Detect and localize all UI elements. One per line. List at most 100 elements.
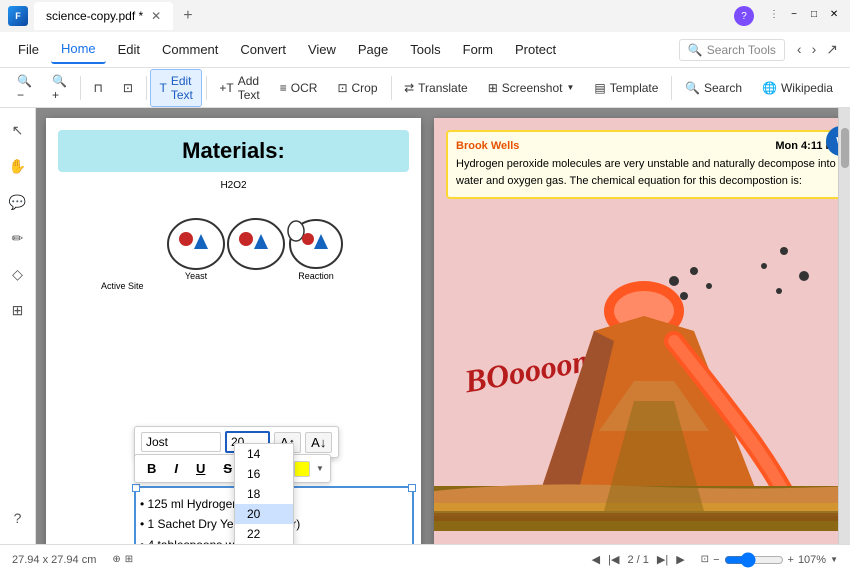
nav-external-icon[interactable]: ↗ xyxy=(822,39,842,60)
nav-buttons: ‹ › ↗ xyxy=(793,39,842,60)
svg-text:Yeast: Yeast xyxy=(185,271,208,281)
page-area[interactable]: Materials: H2O2 Active Site xyxy=(36,108,850,544)
zoom-percent: 107% xyxy=(798,554,826,566)
ocr-button[interactable]: ≡ OCR xyxy=(271,76,327,100)
font-size-decrease-button[interactable]: A↓ xyxy=(305,432,332,453)
wikipedia-button[interactable]: 🌐 Wikipedia xyxy=(753,76,842,100)
page-info: ◀ |◀ 2 / 1 ▶| ▶ xyxy=(592,553,685,566)
edit-text-button[interactable]: T Edit Text xyxy=(150,69,201,107)
add-text-label: Add Text xyxy=(238,74,260,102)
zoom-dropdown-icon[interactable]: ▼ xyxy=(830,555,838,564)
right-scrollbar[interactable] xyxy=(838,108,850,544)
translate-label: Translate xyxy=(418,81,468,95)
size-item-20[interactable]: 20 xyxy=(235,504,293,524)
edit-text-label: Edit Text xyxy=(171,74,193,102)
zoom-out-button[interactable]: 🔍− xyxy=(8,69,41,107)
chat-text: Hydrogen peroxide molecules are very uns… xyxy=(456,156,842,189)
home-menu[interactable]: Home xyxy=(51,35,106,64)
active-site-area: Active Site xyxy=(101,199,366,291)
add-text-icon: +T xyxy=(219,81,233,95)
toolbar-separator-5 xyxy=(671,76,672,100)
page-menu[interactable]: Page xyxy=(348,36,398,63)
sidebar-highlight-icon[interactable]: ✏ xyxy=(4,224,32,252)
help-icon: ? xyxy=(734,6,754,26)
close-window-button[interactable]: ✕ xyxy=(826,6,842,22)
zoom-in-icon: 🔍+ xyxy=(52,74,67,102)
select-button[interactable]: ⊓ xyxy=(84,76,111,100)
fit-page-icon[interactable]: ⊡ xyxy=(701,554,709,565)
screenshot-dropdown-icon[interactable]: ▼ xyxy=(566,83,574,92)
nav-back-icon[interactable]: ‹ xyxy=(793,39,806,60)
sidebar-cursor-icon[interactable]: ↖ xyxy=(4,116,32,144)
first-page-button[interactable]: |◀ xyxy=(608,553,619,566)
maximize-button[interactable]: □ xyxy=(806,6,822,22)
comment-menu[interactable]: Comment xyxy=(152,36,228,63)
font-name-input[interactable] xyxy=(141,432,221,452)
prev-page-button[interactable]: ◀ xyxy=(592,553,600,566)
screenshot-button[interactable]: ⊞ Screenshot ▼ xyxy=(479,76,584,100)
diagram-area: Active Site xyxy=(46,195,421,295)
bold-button[interactable]: B xyxy=(141,458,162,479)
object-button[interactable]: ⊡ xyxy=(114,76,142,100)
status-icons: ⊕ ⊞ xyxy=(112,554,133,565)
add-text-button[interactable]: +T Add Text xyxy=(210,69,268,107)
pointer-icon: ⊕ xyxy=(112,554,120,565)
sidebar-bottom: ? xyxy=(4,504,32,536)
window-controls: ? ⋮ − □ ✕ xyxy=(734,6,842,26)
underline-button[interactable]: U xyxy=(190,458,211,479)
search-tools-box[interactable]: 🔍 Search Tools xyxy=(679,39,785,61)
convert-menu[interactable]: Convert xyxy=(230,36,296,63)
size-item-18[interactable]: 18 xyxy=(235,484,293,504)
main-toolbar: 🔍− 🔍+ ⊓ ⊡ T Edit Text +T Add Text ≡ OCR … xyxy=(0,68,850,108)
sidebar-help-icon[interactable]: ? xyxy=(4,504,32,532)
chat-name: Brook Wells xyxy=(456,140,519,152)
last-page-button[interactable]: ▶ xyxy=(676,553,684,566)
protect-menu[interactable]: Protect xyxy=(505,36,566,63)
sidebar-layers-icon[interactable]: ⊞ xyxy=(4,296,32,324)
file-menu[interactable]: File xyxy=(8,36,49,63)
sidebar-comment-icon[interactable]: 💬 xyxy=(4,188,32,216)
new-tab-button[interactable]: + xyxy=(179,7,196,25)
next-page-button[interactable]: ▶| xyxy=(657,553,668,566)
italic-button[interactable]: I xyxy=(168,458,184,479)
materials-title: Materials: xyxy=(58,130,409,172)
crop-label: Crop xyxy=(352,81,378,95)
close-tab-button[interactable]: ✕ xyxy=(151,9,161,23)
page-indicator: 2 / 1 xyxy=(627,554,648,566)
minimize-button[interactable]: − xyxy=(786,6,802,22)
zoom-bar: ⊡ − + 107% ▼ xyxy=(701,552,838,568)
highlight-dropdown-arrow[interactable]: ▼ xyxy=(316,464,324,473)
screenshot-icon: ⊞ xyxy=(488,81,498,95)
zoom-out-icon: 🔍− xyxy=(17,74,32,102)
search-label: Search xyxy=(704,81,742,95)
ocr-label: OCR xyxy=(291,81,318,95)
menu-bar: File Home Edit Comment Convert View Page… xyxy=(0,32,850,68)
template-button[interactable]: ▤ Template xyxy=(585,76,667,100)
size-item-16[interactable]: 16 xyxy=(235,464,293,484)
sidebar-hand-icon[interactable]: ✋ xyxy=(4,152,32,180)
size-item-14[interactable]: 14 xyxy=(235,444,293,464)
crop-button[interactable]: ⊡ Crop xyxy=(328,76,386,100)
font-size-dropdown: 14 16 18 20 22 24 26 28 xyxy=(234,443,294,544)
document-tab[interactable]: science-copy.pdf * ✕ xyxy=(34,2,173,30)
search-tools-icon: 🔍 xyxy=(688,43,703,57)
h2o2-label: H2O2 xyxy=(46,180,421,191)
search-button[interactable]: 🔍 Search xyxy=(676,76,751,100)
translate-button[interactable]: ⇄ Translate xyxy=(395,76,477,100)
highlight-color-swatch[interactable] xyxy=(294,461,310,477)
zoom-in-status-button[interactable]: + xyxy=(788,554,794,566)
options-icon[interactable]: ⋮ xyxy=(766,6,782,22)
pdf-page-right: Brook Wells Mon 4:11 PM Hydrogen peroxid… xyxy=(434,118,850,544)
edit-menu[interactable]: Edit xyxy=(108,36,150,63)
size-item-22[interactable]: 22 xyxy=(235,524,293,544)
zoom-out-status-button[interactable]: − xyxy=(713,554,719,566)
view-menu[interactable]: View xyxy=(298,36,346,63)
zoom-in-button[interactable]: 🔍+ xyxy=(43,69,76,107)
scrollbar-thumb[interactable] xyxy=(841,128,849,168)
tab-title: science-copy.pdf * xyxy=(46,9,143,23)
zoom-slider[interactable] xyxy=(724,552,784,568)
sidebar-shape-icon[interactable]: ◇ xyxy=(4,260,32,288)
tools-menu[interactable]: Tools xyxy=(400,36,450,63)
form-menu[interactable]: Form xyxy=(453,36,503,63)
nav-forward-icon[interactable]: › xyxy=(808,39,821,60)
